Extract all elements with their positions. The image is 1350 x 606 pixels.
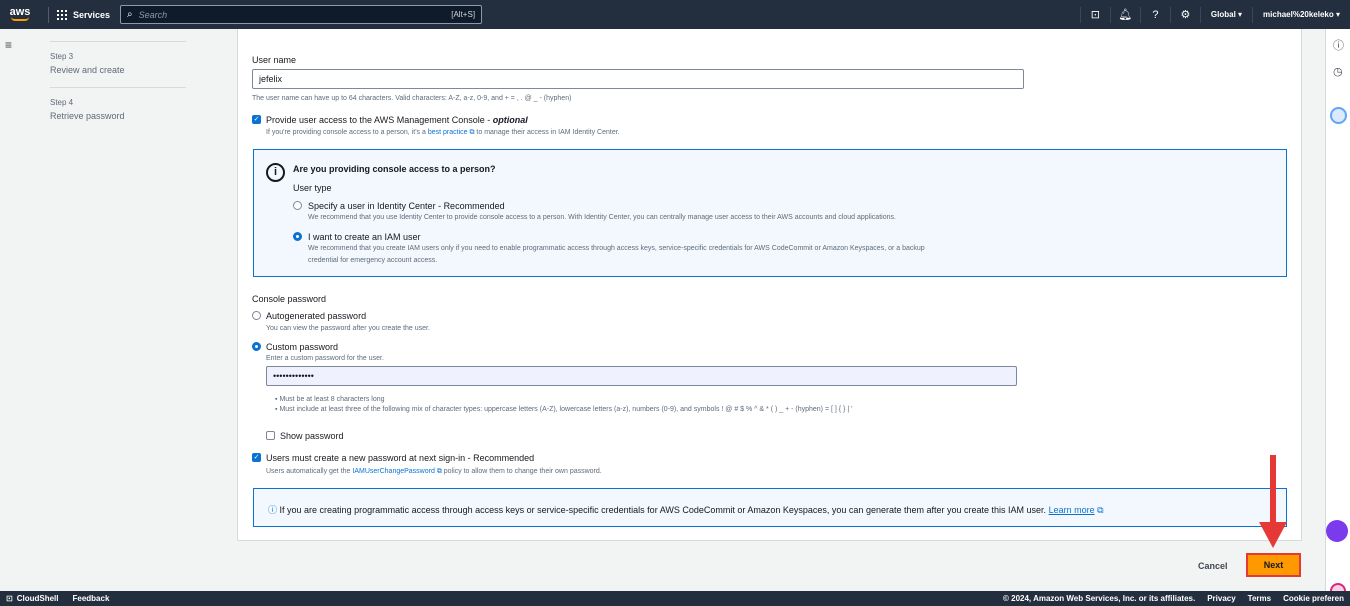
- footer: ⊡ CloudShell Feedback © 2024, Amazon Web …: [0, 591, 1350, 606]
- search-icon: ⌕: [127, 9, 133, 20]
- identity-center-radio[interactable]: [293, 201, 302, 210]
- next-button[interactable]: Next: [1246, 553, 1301, 577]
- show-password-label: Show password: [280, 431, 344, 441]
- require-reset-checkbox[interactable]: ✓: [252, 453, 261, 462]
- external-link-icon: ⧉: [1097, 505, 1104, 515]
- step-4[interactable]: Step 4 Retrieve password: [50, 98, 186, 121]
- privacy-link[interactable]: Privacy: [1207, 594, 1235, 603]
- settings-gear-icon[interactable]: ⚙: [1169, 6, 1200, 23]
- services-menu-button[interactable]: Services: [57, 9, 110, 20]
- identity-center-desc: We recommend that you use Identity Cente…: [308, 214, 896, 221]
- requirement-item: ▪ Must be at least 8 characters long: [275, 396, 385, 403]
- require-reset-label: Users must create a new password at next…: [266, 453, 535, 463]
- console-access-label: Provide user access to the AWS Managemen…: [266, 115, 528, 125]
- search-shortcut: [Alt+S]: [451, 10, 476, 19]
- console-password-label: Console password: [252, 294, 327, 304]
- info-icon: ⓘ: [268, 505, 278, 515]
- learn-more-link[interactable]: Learn more: [1049, 505, 1095, 515]
- require-reset-hint: Users automatically get the IAMUserChang…: [266, 468, 602, 475]
- username-label: User name: [252, 55, 297, 65]
- account-menu[interactable]: michael%20keleko ▾: [1252, 6, 1350, 23]
- nav-divider: [48, 6, 49, 23]
- step-3[interactable]: Step 3 Review and create: [50, 52, 186, 75]
- username-hint: The user name can have up to 64 characte…: [252, 95, 572, 102]
- console-access-info-box: i Are you providing console access to a …: [253, 149, 1287, 277]
- footer-right: © 2024, Amazon Web Services, Inc. or its…: [1003, 594, 1350, 603]
- info-icon[interactable]: ⓘ: [1333, 37, 1344, 53]
- programmatic-access-info-box: ⓘ If you are creating programmatic acces…: [253, 488, 1287, 527]
- aws-smile-icon: [11, 17, 29, 21]
- custom-password-input[interactable]: •••••••••••••: [266, 366, 1017, 386]
- iam-user-desc-1: We recommend that you create IAM users o…: [308, 245, 925, 252]
- autogenerated-password-label: Autogenerated password: [266, 311, 367, 321]
- cloudshell-button[interactable]: ⊡ CloudShell: [6, 594, 58, 603]
- identity-center-label: Specify a user in Identity Center - Reco…: [308, 201, 505, 211]
- grid-icon: [57, 9, 67, 20]
- autogenerated-password-radio[interactable]: [252, 311, 261, 320]
- terms-link[interactable]: Terms: [1248, 594, 1271, 603]
- annotation-arrow-head: [1259, 522, 1287, 548]
- aws-logo[interactable]: aws: [0, 7, 40, 21]
- requirement-item: ▪ Must include at least three of the fol…: [275, 406, 853, 413]
- side-menu-hamburger-icon[interactable]: ≡: [5, 38, 12, 52]
- cancel-button[interactable]: Cancel: [1198, 561, 1228, 571]
- step-divider: [50, 87, 186, 88]
- feedback-button[interactable]: Feedback: [72, 594, 109, 603]
- top-navigation: aws Services ⌕ Search [Alt+S] ⊡ 🔔︎ ? ⚙ G…: [0, 0, 1350, 29]
- iam-user-radio[interactable]: [293, 232, 302, 241]
- cloudshell-icon[interactable]: ⊡: [1079, 6, 1110, 23]
- custom-password-radio[interactable]: [252, 342, 261, 351]
- step-divider: [50, 41, 186, 42]
- cloudshell-icon: ⊡: [6, 594, 13, 603]
- search-input[interactable]: ⌕ Search [Alt+S]: [120, 5, 483, 24]
- region-selector[interactable]: Global ▾: [1199, 6, 1252, 23]
- cookie-preferences-link[interactable]: Cookie preferen: [1283, 594, 1344, 603]
- assistant-fab-icon[interactable]: [1326, 520, 1348, 542]
- console-access-hint: If you're providing console access to a …: [266, 129, 620, 136]
- wizard-steps-panel: Step 3 Review and create Step 4 Retrieve…: [50, 29, 186, 121]
- autogenerated-password-desc: You can view the password after you crea…: [266, 325, 430, 332]
- help-icon[interactable]: ?: [1139, 6, 1170, 23]
- assistant-circle-icon[interactable]: [1330, 107, 1347, 124]
- username-input[interactable]: jefelix: [252, 69, 1024, 89]
- info-title: Are you providing console access to a pe…: [293, 164, 496, 174]
- info-icon: i: [266, 163, 285, 182]
- custom-password-label: Custom password: [266, 342, 339, 352]
- right-utility-bar: ⓘ ◷: [1325, 29, 1350, 591]
- clock-icon[interactable]: ◷: [1333, 65, 1343, 78]
- nav-right-tools: ⊡ 🔔︎ ? ⚙ Global ▾ michael%20keleko ▾: [1079, 0, 1350, 29]
- iam-user-change-password-link[interactable]: IAMUserChangePassword: [352, 468, 434, 475]
- custom-password-desc: Enter a custom password for the user.: [266, 355, 384, 362]
- notifications-bell-icon[interactable]: 🔔︎: [1109, 6, 1140, 23]
- copyright-text: © 2024, Amazon Web Services, Inc. or its…: [1003, 594, 1196, 603]
- iam-user-label: I want to create an IAM user: [308, 232, 421, 242]
- password-requirements-list: ▪ Must be at least 8 characters long ▪ M…: [275, 396, 852, 416]
- user-type-label: User type: [293, 183, 332, 193]
- console-access-checkbox[interactable]: ✓: [252, 115, 261, 124]
- best-practice-link[interactable]: best practice: [428, 129, 468, 136]
- show-password-checkbox[interactable]: [266, 431, 275, 440]
- iam-user-desc-2: credential for emergency account access.: [308, 257, 438, 264]
- set-user-details-card: User name jefelix The user name can have…: [237, 29, 1302, 541]
